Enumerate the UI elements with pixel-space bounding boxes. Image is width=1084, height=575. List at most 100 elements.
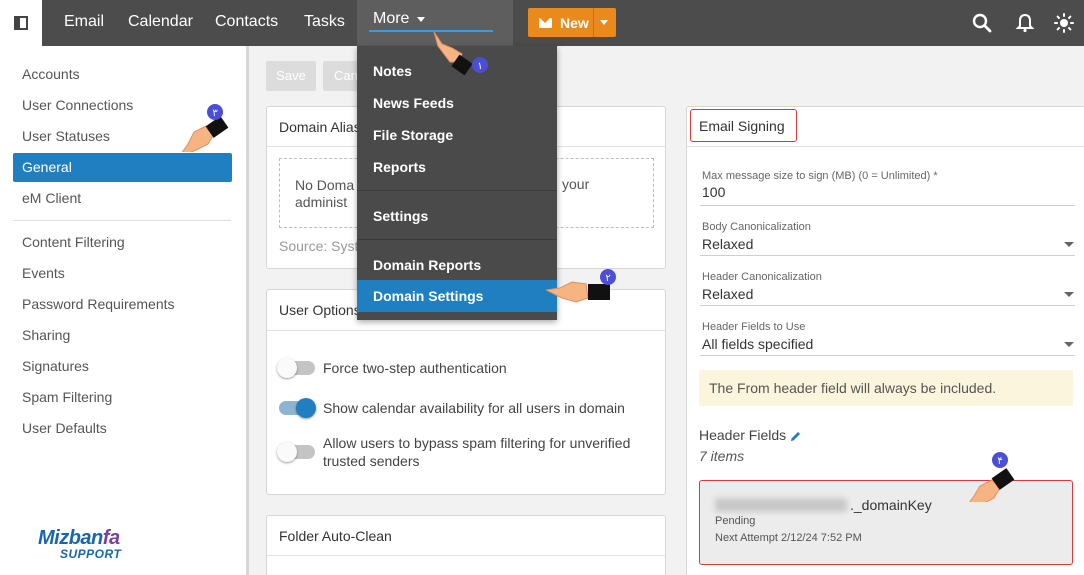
sidebar-item-content-filtering[interactable]: Content Filtering: [22, 234, 125, 250]
nav-tasks[interactable]: Tasks: [304, 0, 345, 46]
sidebar-divider: [13, 220, 231, 221]
info-note: The From header field will always be inc…: [699, 370, 1073, 406]
chevron-down-icon: [417, 17, 425, 22]
sidebar-toggle-button[interactable]: [0, 0, 42, 46]
menu-item-domain-reports[interactable]: Domain Reports: [373, 257, 481, 273]
sidebar-item-events[interactable]: Events: [22, 265, 65, 281]
marker-number: ۴: [997, 456, 1002, 467]
nav-calendar[interactable]: Calendar: [128, 0, 193, 46]
domain-key-name: ._domainKey: [850, 497, 932, 513]
blurred-key-name: [715, 498, 847, 512]
logo-wordmark: Mizbanfa: [38, 527, 120, 549]
new-dropdown-chevron-icon[interactable]: [600, 20, 608, 25]
menu-divider: [357, 239, 557, 240]
sidebar-item-general[interactable]: General: [13, 153, 232, 182]
header-fields-title: Header Fields: [699, 427, 787, 443]
domain-aliases-title: Domain Alias: [279, 119, 361, 135]
email-signing-title-highlight: Email Signing: [690, 109, 797, 142]
marker-number: ۳: [212, 108, 218, 119]
domain-aliases-source: Source: Syst: [279, 238, 359, 254]
toggle-label-force-two-step: Force two-step authentication: [323, 360, 507, 376]
sidebar-item-password-requirements[interactable]: Password Requirements: [22, 296, 175, 312]
chevron-down-icon[interactable]: [1064, 342, 1074, 347]
pointing-hand-icon: ۱: [433, 31, 488, 76]
split-divider: [593, 8, 594, 37]
pencil-edit-icon[interactable]: [789, 430, 802, 443]
domain-key-next-attempt: Next Attempt 2/12/24 7:52 PM: [715, 532, 862, 544]
menu-item-domain-settings-label: Domain Settings: [373, 288, 484, 304]
toggle-show-calendar-availability[interactable]: [279, 398, 316, 418]
input-underline: [700, 355, 1075, 356]
toggle-knob: [277, 442, 297, 462]
mizbanfa-logo: Mizbanfa SUPPORT: [38, 527, 121, 561]
chevron-down-icon[interactable]: [1064, 242, 1074, 247]
panel-icon: [14, 16, 28, 30]
card-divider: [267, 555, 665, 556]
save-button[interactable]: Save: [266, 61, 316, 91]
toggle-bypass-spam-filtering[interactable]: [277, 442, 315, 462]
menu-item-domain-settings[interactable]: Domain Settings: [357, 280, 557, 312]
new-button[interactable]: New: [528, 8, 616, 37]
info-note-text: The From header field will always be inc…: [709, 380, 997, 396]
empty-state-line-2: administ: [295, 194, 348, 210]
menu-item-reports[interactable]: Reports: [373, 159, 426, 175]
toggle-label-bypass-spam-filtering: Allow users to bypass spam filtering for…: [323, 435, 631, 469]
menu-item-notes[interactable]: Notes: [373, 63, 412, 79]
bell-icon[interactable]: [1013, 11, 1037, 35]
theme-sun-icon[interactable]: [1052, 11, 1076, 35]
card-divider: [687, 146, 1084, 147]
sidebar-item-spam-filtering[interactable]: Spam Filtering: [22, 389, 112, 405]
sidebar-splitter[interactable]: [246, 46, 249, 575]
sidebar-item-user-connections[interactable]: User Connections: [22, 97, 133, 113]
sidebar-item-accounts[interactable]: Accounts: [22, 66, 80, 82]
body-canonicalization-select[interactable]: Relaxed: [702, 236, 753, 252]
header-canonicalization-select[interactable]: Relaxed: [702, 286, 753, 302]
sidebar-item-signatures[interactable]: Signatures: [22, 358, 89, 374]
folder-auto-clean-title: Folder Auto-Clean: [279, 528, 392, 544]
toggle-label-show-calendar-availability: Show calendar availability for all users…: [323, 400, 625, 416]
menu-divider: [357, 190, 557, 191]
max-size-input[interactable]: 100: [702, 184, 725, 200]
max-size-label: Max message size to sign (MB) (0 = Unlim…: [702, 170, 938, 182]
sidebar-item-sharing[interactable]: Sharing: [22, 327, 70, 343]
menu-item-news-feeds[interactable]: News Feeds: [373, 95, 454, 111]
email-signing-title: Email Signing: [699, 118, 785, 134]
new-button-main[interactable]: New: [528, 8, 593, 37]
folder-auto-clean-card: Folder Auto-Clean: [266, 515, 666, 575]
toggle-knob: [296, 398, 316, 418]
marker-number: ۲: [605, 273, 610, 284]
sidebar-item-em-client[interactable]: eM Client: [22, 190, 81, 206]
nav-more-label: More: [373, 10, 410, 27]
toggle-knob: [277, 358, 297, 378]
header-fields-count: 7 items: [699, 448, 745, 464]
user-options-title: User Options: [279, 302, 361, 318]
input-underline: [700, 255, 1075, 256]
nav-contacts[interactable]: Contacts: [215, 0, 278, 46]
sidebar-item-user-defaults[interactable]: User Defaults: [22, 420, 107, 436]
input-underline: [700, 305, 1075, 306]
pointing-hand-icon: ۴: [969, 452, 1015, 502]
sidebar-item-user-statuses[interactable]: User Statuses: [22, 128, 110, 144]
pointing-hand-icon: ۲: [546, 269, 616, 303]
body-canonicalization-label: Body Canonicalization: [702, 221, 811, 233]
logo-subtitle: SUPPORT: [60, 547, 122, 561]
header-fields-to-use-label: Header Fields to Use: [702, 321, 806, 333]
menu-item-file-storage[interactable]: File Storage: [373, 127, 453, 143]
top-navigation-bar: Email Calendar Contacts Tasks More New: [0, 0, 1084, 46]
marker-number: ۱: [477, 61, 482, 72]
input-underline: [700, 205, 1075, 206]
nav-email[interactable]: Email: [64, 0, 104, 46]
more-dropdown-menu: Notes News Feeds File Storage Reports Se…: [357, 46, 557, 320]
search-icon[interactable]: [970, 11, 994, 35]
header-fields-to-use-select[interactable]: All fields specified: [702, 336, 813, 352]
chevron-down-icon[interactable]: [1064, 292, 1074, 297]
pointing-hand-icon: ۳: [181, 104, 229, 152]
sidebar-item-general-label: General: [22, 159, 72, 175]
envelope-icon: [539, 17, 552, 28]
menu-item-settings[interactable]: Settings: [373, 208, 428, 224]
header-canonicalization-label: Header Canonicalization: [702, 271, 822, 283]
card-divider: [267, 330, 665, 331]
empty-state-line-1-end: your: [562, 176, 590, 192]
toggle-force-two-step[interactable]: [277, 358, 315, 378]
new-button-label: New: [560, 14, 589, 31]
